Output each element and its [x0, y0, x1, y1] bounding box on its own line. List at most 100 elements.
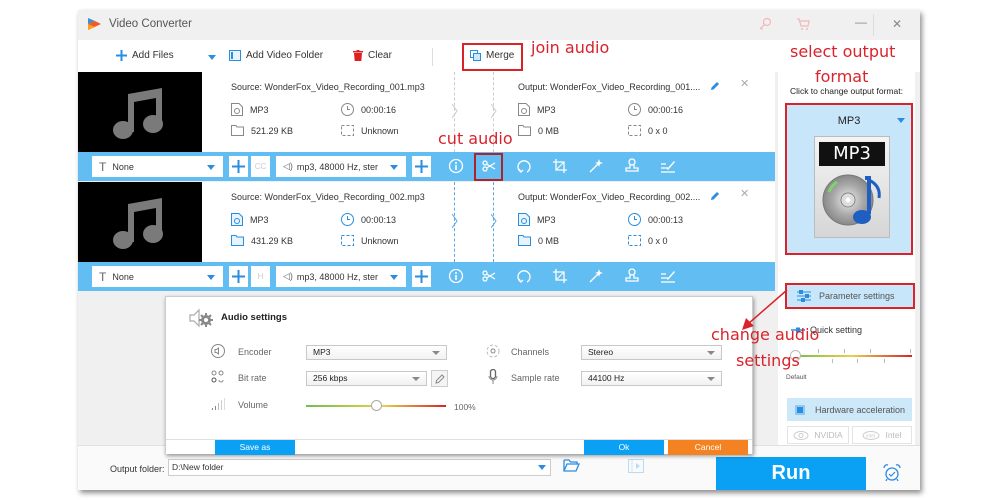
microphone-icon	[488, 369, 498, 384]
text-icon: T	[99, 159, 107, 174]
slider-tick	[818, 349, 819, 353]
chevron-down-icon	[390, 275, 398, 280]
resolution-icon	[628, 235, 641, 246]
slider-tick	[884, 359, 885, 363]
output-duration: 00:00:13	[628, 213, 683, 226]
output-format-name: MP3	[837, 115, 861, 127]
volume-slider[interactable]	[306, 400, 446, 411]
output-format-panel-inner: Click to change output format: MP3 MP3 P…	[778, 72, 915, 445]
encoder-select[interactable]: MP3	[306, 345, 447, 360]
hardware-acceleration-checkbox[interactable]	[795, 404, 805, 415]
output-format-selector[interactable]: MP3 MP3	[785, 103, 913, 255]
video-file-icon[interactable]	[628, 459, 644, 473]
run-button[interactable]: Run	[716, 457, 866, 490]
add-subtitle-button[interactable]	[229, 266, 248, 287]
cart-icon[interactable]	[796, 17, 810, 31]
folder-icon	[231, 125, 244, 136]
add-files-button[interactable]: Add Files	[116, 50, 174, 61]
quick-setting-slider[interactable]	[790, 349, 912, 363]
hardware-acceleration-toggle[interactable]: Hardware acceleration	[787, 398, 912, 421]
clock-icon	[341, 103, 354, 116]
cancel-button[interactable]: Cancel	[668, 440, 748, 455]
add-audio-button[interactable]	[412, 156, 431, 177]
rotate-icon[interactable]	[516, 158, 532, 174]
chevron-down-icon	[432, 351, 440, 355]
rotate-icon[interactable]	[516, 268, 532, 284]
channels-select[interactable]: Stereo	[581, 345, 722, 360]
hardsub-button[interactable]: H	[251, 266, 270, 287]
subtitle-select[interactable]: T None	[92, 266, 223, 287]
volume-slider-knob[interactable]	[371, 400, 382, 411]
output-folder-input[interactable]: D:\New folder	[168, 459, 551, 476]
add-subtitle-button[interactable]	[229, 156, 248, 177]
output-folder-label: Output folder:	[110, 464, 165, 474]
speaker-icon: ◁)	[283, 271, 293, 281]
watermark-stamp-icon[interactable]	[624, 268, 640, 284]
audio-track-select[interactable]: ◁) mp3, 48000 Hz, ster	[276, 156, 406, 177]
format-file-icon	[231, 103, 243, 116]
chevron-down-icon	[707, 377, 715, 381]
speaker-icon	[211, 344, 225, 358]
subtitle-select[interactable]: T None	[92, 156, 223, 177]
intel-logo-icon: intel	[862, 430, 880, 440]
info-icon[interactable]	[448, 158, 464, 174]
scissors-icon[interactable]	[481, 268, 497, 284]
remove-item-button[interactable]: ✕	[740, 187, 749, 200]
source-duration: 00:00:13	[341, 213, 396, 226]
text-icon: T	[99, 269, 107, 284]
resolution-icon	[628, 125, 641, 136]
minimize-button[interactable]: —	[854, 15, 868, 33]
parameter-settings-button[interactable]: Parameter settings	[785, 283, 915, 309]
audio-track-select[interactable]: ◁) mp3, 48000 Hz, ster	[276, 266, 406, 287]
volume-label: Volume	[238, 400, 269, 410]
crop-icon[interactable]	[552, 268, 568, 284]
edit-bitrate-button[interactable]	[431, 370, 448, 387]
edit-pencil-icon[interactable]	[710, 191, 720, 201]
info-icon[interactable]	[448, 268, 464, 284]
save-as-button[interactable]: Save as	[215, 440, 295, 455]
dialog-title: Audio settings	[221, 312, 287, 323]
encoder-label: Encoder	[238, 347, 272, 357]
plus-icon	[415, 160, 428, 173]
output-size: 0 MB	[518, 125, 559, 136]
source-duration: 00:00:16	[341, 103, 396, 116]
intel-button[interactable]: intel Intel	[852, 426, 912, 444]
clock-icon	[628, 213, 641, 226]
add-video-folder-button[interactable]: Add Video Folder	[229, 50, 323, 61]
hardware-acceleration-label: Hardware acceleration	[815, 404, 906, 415]
ok-button[interactable]: Ok	[584, 440, 664, 455]
bitrate-select[interactable]: 256 kbps	[306, 371, 427, 386]
samplerate-select[interactable]: 44100 Hz	[581, 371, 722, 386]
add-audio-button[interactable]	[412, 266, 431, 287]
magic-wand-icon[interactable]	[588, 158, 604, 174]
trash-icon	[353, 50, 363, 61]
add-files-dropdown[interactable]	[208, 55, 216, 60]
chevron-down-icon[interactable]	[538, 465, 546, 470]
nvidia-button[interactable]: NVIDIA	[787, 426, 849, 444]
effects-edit-icon[interactable]	[660, 268, 676, 284]
slider-tick	[910, 349, 911, 353]
watermark-stamp-icon[interactable]	[624, 158, 640, 174]
file-item[interactable]: Source: WonderFox_Video_Recording_002.mp…	[78, 182, 775, 291]
subtitle-cc-button[interactable]: CC	[251, 156, 270, 177]
crop-icon[interactable]	[552, 158, 568, 174]
magic-wand-icon[interactable]	[588, 268, 604, 284]
cut-highlight-box	[474, 153, 503, 181]
format-file-icon	[518, 103, 530, 116]
file-item[interactable]: Source: WonderFox_Video_Recording_001.mp…	[78, 72, 775, 181]
alarm-clock-icon[interactable]	[883, 464, 901, 482]
add-video-folder-label: Add Video Folder	[246, 50, 324, 61]
edit-pencil-icon[interactable]	[710, 81, 720, 91]
clear-button[interactable]: Clear	[353, 50, 392, 61]
pencil-icon	[434, 373, 445, 384]
close-button[interactable]: ✕	[892, 17, 902, 31]
music-note-icon	[113, 198, 163, 249]
key-icon[interactable]	[758, 17, 772, 31]
clock-icon	[628, 103, 641, 116]
nvidia-eye-icon	[793, 430, 809, 440]
slider-tick	[870, 349, 871, 353]
bitrate-label: Bit rate	[238, 373, 267, 383]
effects-edit-icon[interactable]	[660, 158, 676, 174]
remove-item-button[interactable]: ✕	[740, 77, 749, 90]
open-folder-icon[interactable]	[563, 459, 580, 472]
